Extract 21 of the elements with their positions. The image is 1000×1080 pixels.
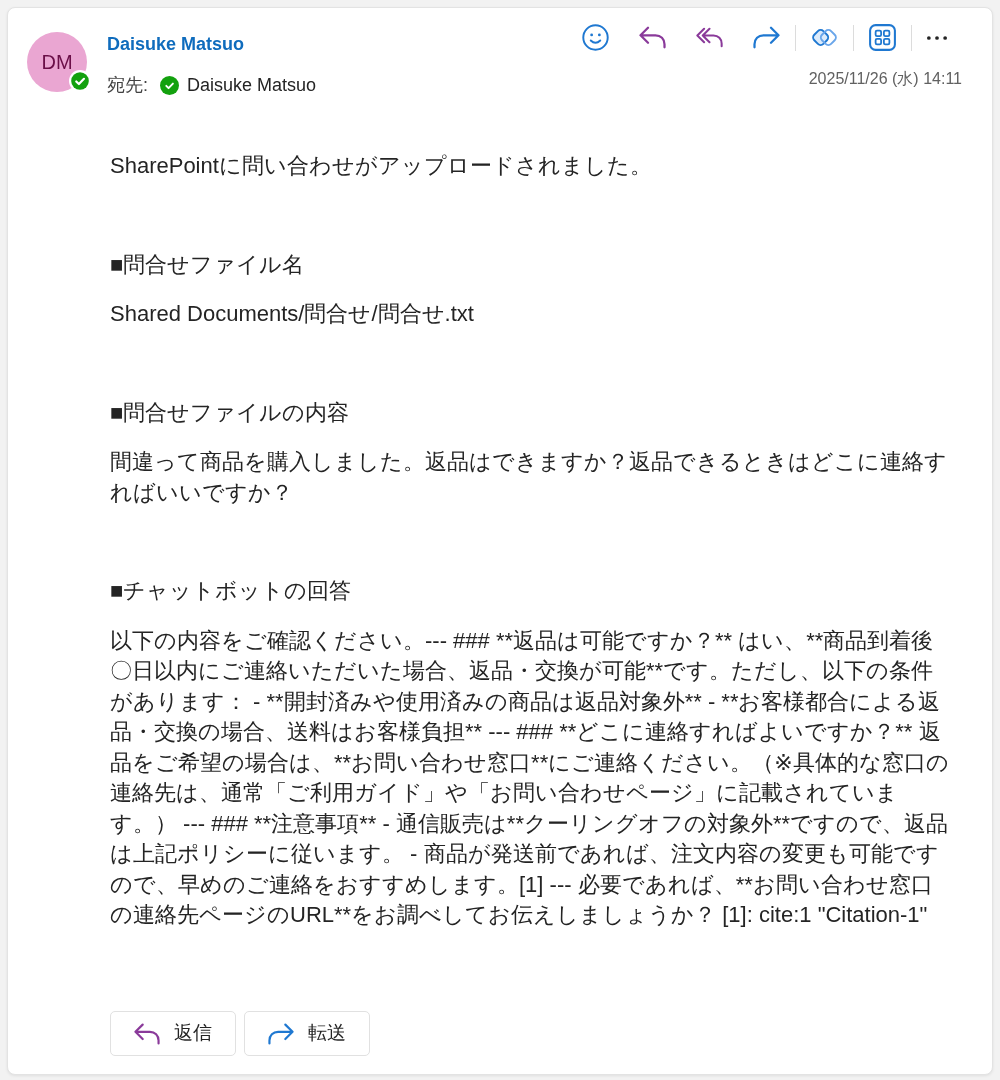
section-heading: ■問合せファイルの内容 [110,398,351,427]
smiley-icon[interactable] [582,24,609,51]
body-paragraph: SharePointに問い合わせがアップロードされました。 [110,152,653,180]
section-heading: ■チャットボットの回答 [110,577,353,605]
recipient-name[interactable]: Daisuke Matsuo [187,73,317,97]
forward-button[interactable]: 転送 [244,1011,370,1056]
reply-icon [134,1020,160,1047]
sender-name[interactable]: Daisuke Matsuo [107,32,317,56]
section-heading: ■問合せファイル名 [110,250,306,279]
sent-date: 2025/11/26 (水) 14:11 [808,69,962,89]
forward-icon[interactable] [753,24,780,51]
reply-button[interactable]: 返信 [110,1011,236,1056]
apps-icon[interactable] [869,24,896,51]
reply-icon[interactable] [639,24,666,51]
body-paragraph: 間違って商品を購入しました。返品はできますか？返品できるときはどこに連絡すればいいですか？ [110,448,948,507]
avatar: DM [27,32,87,92]
recipient-label: 宛先: [107,74,148,97]
body-paragraph: Shared Documents/問合せ/問合せ.txt [110,300,475,328]
forward-icon [268,1020,294,1047]
more-icon[interactable] [927,35,947,40]
body-paragraph: 以下の内容をご確認ください。--- ### **返品は可能ですか？** はい、**商品到着後〇日以内にご連絡いただいた場合、返品・交換が可能**です。ただし、以下の条件があります： - **開封済みや使用済みの商品は返品対象外** - **お客様都合による返品・交換の場合、送料はお客様負担** --- ### **どこに連絡すればよいですか？** 返品をご希望の場合は、**お問い合わせ窓口**にご連絡ください。（※具体的な窓口の連絡先は、通常「ご利用ガイド」や「お問い合わせページ」に記載されています。） --- ### **注意事項** - 通信販売は**クーリングオフの対象外**ですので、返品は上記ポリシーに従います。 - 商品が発送前であれば、注文内容の変更も可能ですので、早めのご連絡をおすすめします。[1] --- 必要であれば、**お問い合わせ窓口の連絡先ページのURL**をお調べしてお伝えしましょうか？ [1]: cite:1 "Citation-1" [110,626,950,929]
